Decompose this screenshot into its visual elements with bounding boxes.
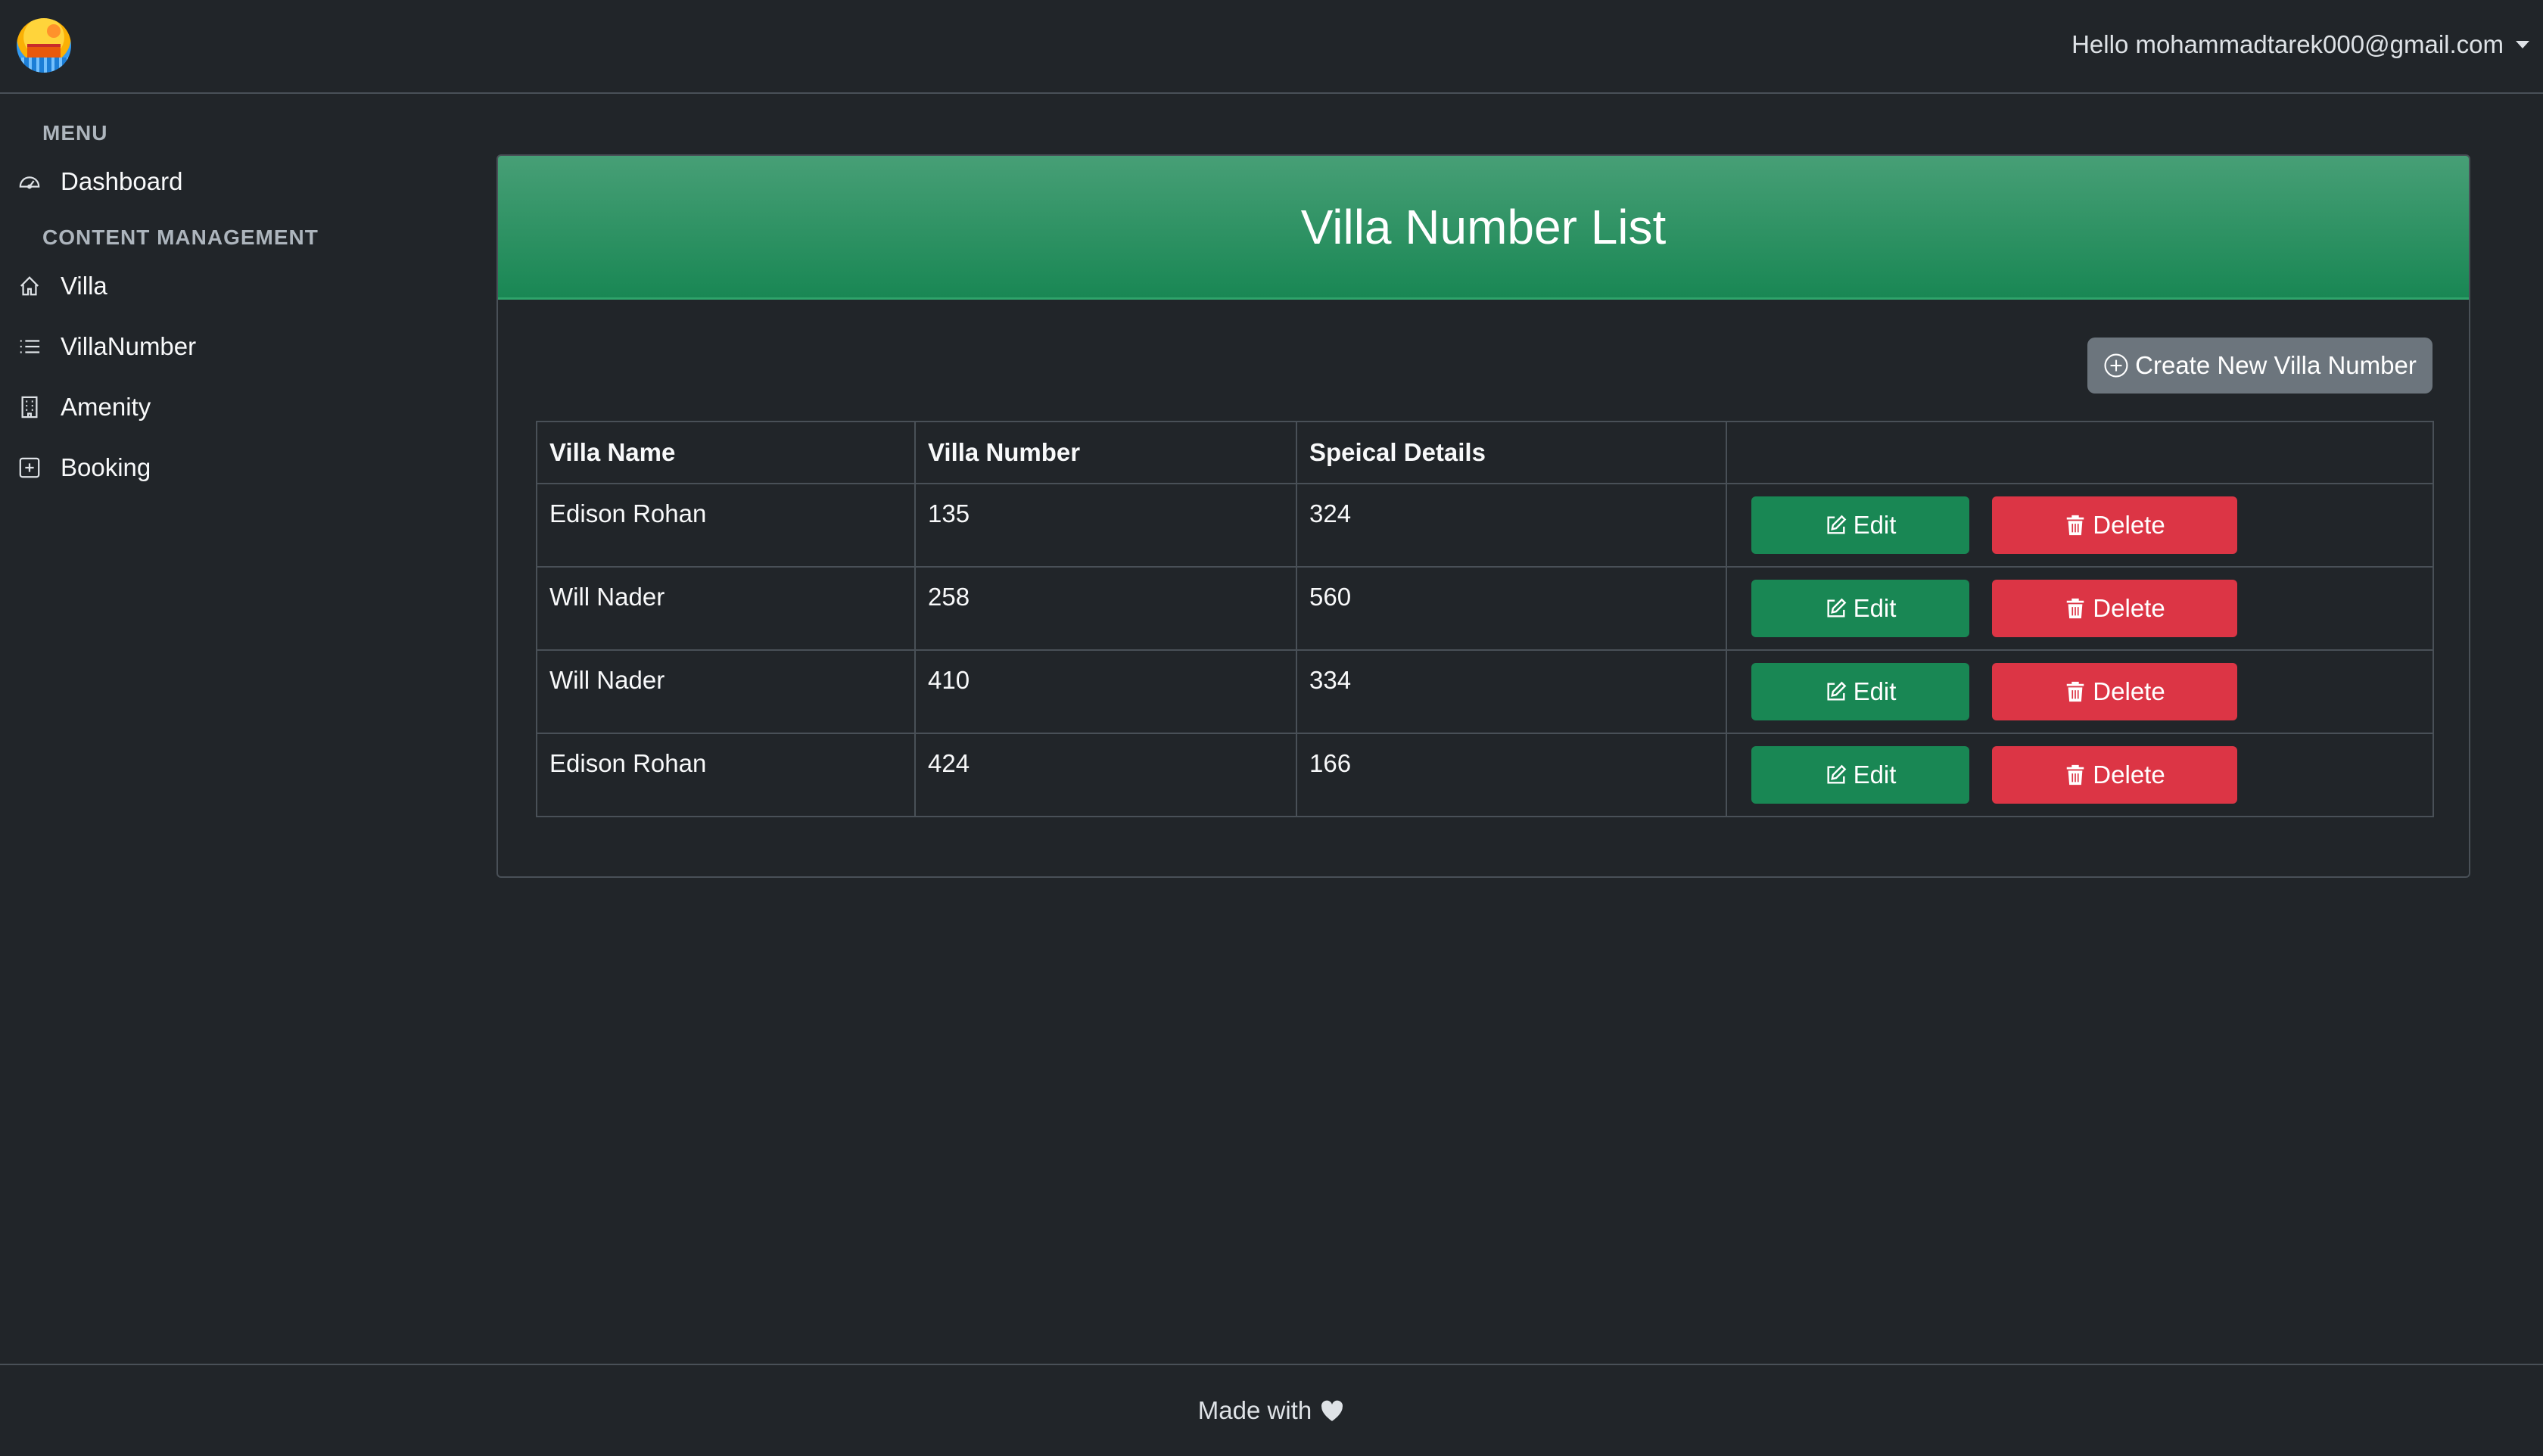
- sidebar: MENU Dashboard CONTENT MANAGEMENT Villa …: [0, 95, 454, 1361]
- sidebar-item-label: VillaNumber: [61, 332, 197, 360]
- cell-villa-number: 258: [914, 566, 1297, 651]
- logo-sun-shape: [47, 24, 61, 38]
- cell-actions: Edit Delete: [1726, 733, 2434, 817]
- trash-icon: [2067, 515, 2084, 536]
- sidebar-item-amenity[interactable]: Amenity: [17, 384, 151, 430]
- column-header-details: Speical Details: [1296, 421, 1727, 484]
- edit-icon: [1827, 764, 1846, 784]
- page-title: Villa Number List: [1300, 199, 1667, 254]
- speedometer-icon: [17, 169, 42, 194]
- sidebar-item-label: Amenity: [61, 393, 151, 421]
- edit-icon: [1827, 681, 1846, 701]
- cell-actions: Edit Delete: [1726, 566, 2434, 651]
- villa-number-table: Villa Name Villa Number Speical Details …: [536, 421, 2434, 817]
- edit-icon: [1827, 598, 1846, 618]
- user-dropdown[interactable]: Hello mohammadtarek000@gmail.com: [2071, 30, 2529, 59]
- edit-label: Edit: [1853, 511, 1897, 539]
- table-row: Will Nader 258 560 Edit Delete: [536, 566, 2434, 651]
- logo[interactable]: [17, 18, 71, 73]
- caret-down-icon: [2516, 41, 2529, 48]
- sidebar-item-label: Booking: [61, 453, 151, 481]
- delete-label: Delete: [2093, 594, 2165, 622]
- sidebar-item-label: Dashboard: [61, 167, 183, 195]
- footer: Made with: [0, 1364, 2543, 1456]
- trash-icon: [2067, 764, 2084, 786]
- delete-button[interactable]: Delete: [1992, 663, 2237, 720]
- sidebar-heading-menu: MENU: [42, 121, 108, 145]
- sidebar-item-villa[interactable]: Villa: [17, 263, 107, 309]
- villa-number-card: Villa Number List Create New Villa Numbe…: [496, 154, 2470, 878]
- house-icon: [17, 273, 42, 299]
- building-icon: [17, 394, 42, 420]
- delete-button[interactable]: Delete: [1992, 580, 2237, 637]
- cell-villa-number: 424: [914, 733, 1297, 817]
- logo-house-shape: [27, 44, 61, 58]
- edit-label: Edit: [1853, 677, 1897, 705]
- sidebar-item-dashboard[interactable]: Dashboard: [17, 159, 182, 204]
- edit-icon: [1827, 515, 1846, 534]
- edit-label: Edit: [1853, 761, 1897, 789]
- cell-details: 166: [1296, 733, 1727, 817]
- delete-button[interactable]: Delete: [1992, 746, 2237, 804]
- list-icon: [17, 334, 42, 359]
- cell-details: 560: [1296, 566, 1727, 651]
- column-header-villa-number: Villa Number: [914, 421, 1297, 484]
- cell-villa-number: 410: [914, 649, 1297, 734]
- edit-button[interactable]: Edit: [1751, 746, 1969, 804]
- edit-button[interactable]: Edit: [1751, 580, 1969, 637]
- delete-label: Delete: [2093, 761, 2165, 789]
- cell-details: 324: [1296, 483, 1727, 568]
- heart-icon: [1321, 1400, 1343, 1421]
- user-greeting: Hello mohammadtarek000@gmail.com: [2071, 30, 2504, 58]
- cell-villa-name: Will Nader: [536, 649, 916, 734]
- cell-villa-number: 135: [914, 483, 1297, 568]
- column-header-actions: [1726, 421, 2434, 484]
- delete-button[interactable]: Delete: [1992, 496, 2237, 554]
- create-button-label: Create New Villa Number: [2135, 351, 2417, 379]
- cell-villa-name: Edison Rohan: [536, 733, 916, 817]
- table-row: Edison Rohan 424 166 Edit Delete: [536, 733, 2434, 817]
- plus-circle-icon: [2104, 353, 2128, 378]
- trash-icon: [2067, 681, 2084, 702]
- edit-button[interactable]: Edit: [1751, 496, 1969, 554]
- cell-details: 334: [1296, 649, 1727, 734]
- cell-villa-name: Will Nader: [536, 566, 916, 651]
- cell-actions: Edit Delete: [1726, 649, 2434, 734]
- trash-icon: [2067, 598, 2084, 619]
- cell-actions: Edit Delete: [1726, 483, 2434, 568]
- delete-label: Delete: [2093, 677, 2165, 705]
- sidebar-item-villanumber[interactable]: VillaNumber: [17, 324, 196, 369]
- plus-square-icon: [17, 455, 42, 481]
- sidebar-item-label: Villa: [61, 272, 107, 300]
- logo-water-shape: [17, 58, 71, 73]
- sidebar-item-booking[interactable]: Booking: [17, 445, 151, 490]
- sidebar-heading-content: CONTENT MANAGEMENT: [42, 226, 319, 249]
- card-header: Villa Number List: [498, 156, 2469, 300]
- column-header-villa-name: Villa Name: [536, 421, 916, 484]
- delete-label: Delete: [2093, 511, 2165, 539]
- edit-label: Edit: [1853, 594, 1897, 622]
- footer-text: Made with: [1197, 1396, 1312, 1424]
- edit-button[interactable]: Edit: [1751, 663, 1969, 720]
- table-row: Edison Rohan 135 324 Edit Delete: [536, 483, 2434, 568]
- cell-villa-name: Edison Rohan: [536, 483, 916, 568]
- create-villa-number-button[interactable]: Create New Villa Number: [2087, 338, 2433, 394]
- table-row: Will Nader 410 334 Edit Delete: [536, 649, 2434, 734]
- table-header-row: Villa Name Villa Number Speical Details: [536, 421, 2434, 484]
- top-navbar: Hello mohammadtarek000@gmail.com: [0, 0, 2543, 94]
